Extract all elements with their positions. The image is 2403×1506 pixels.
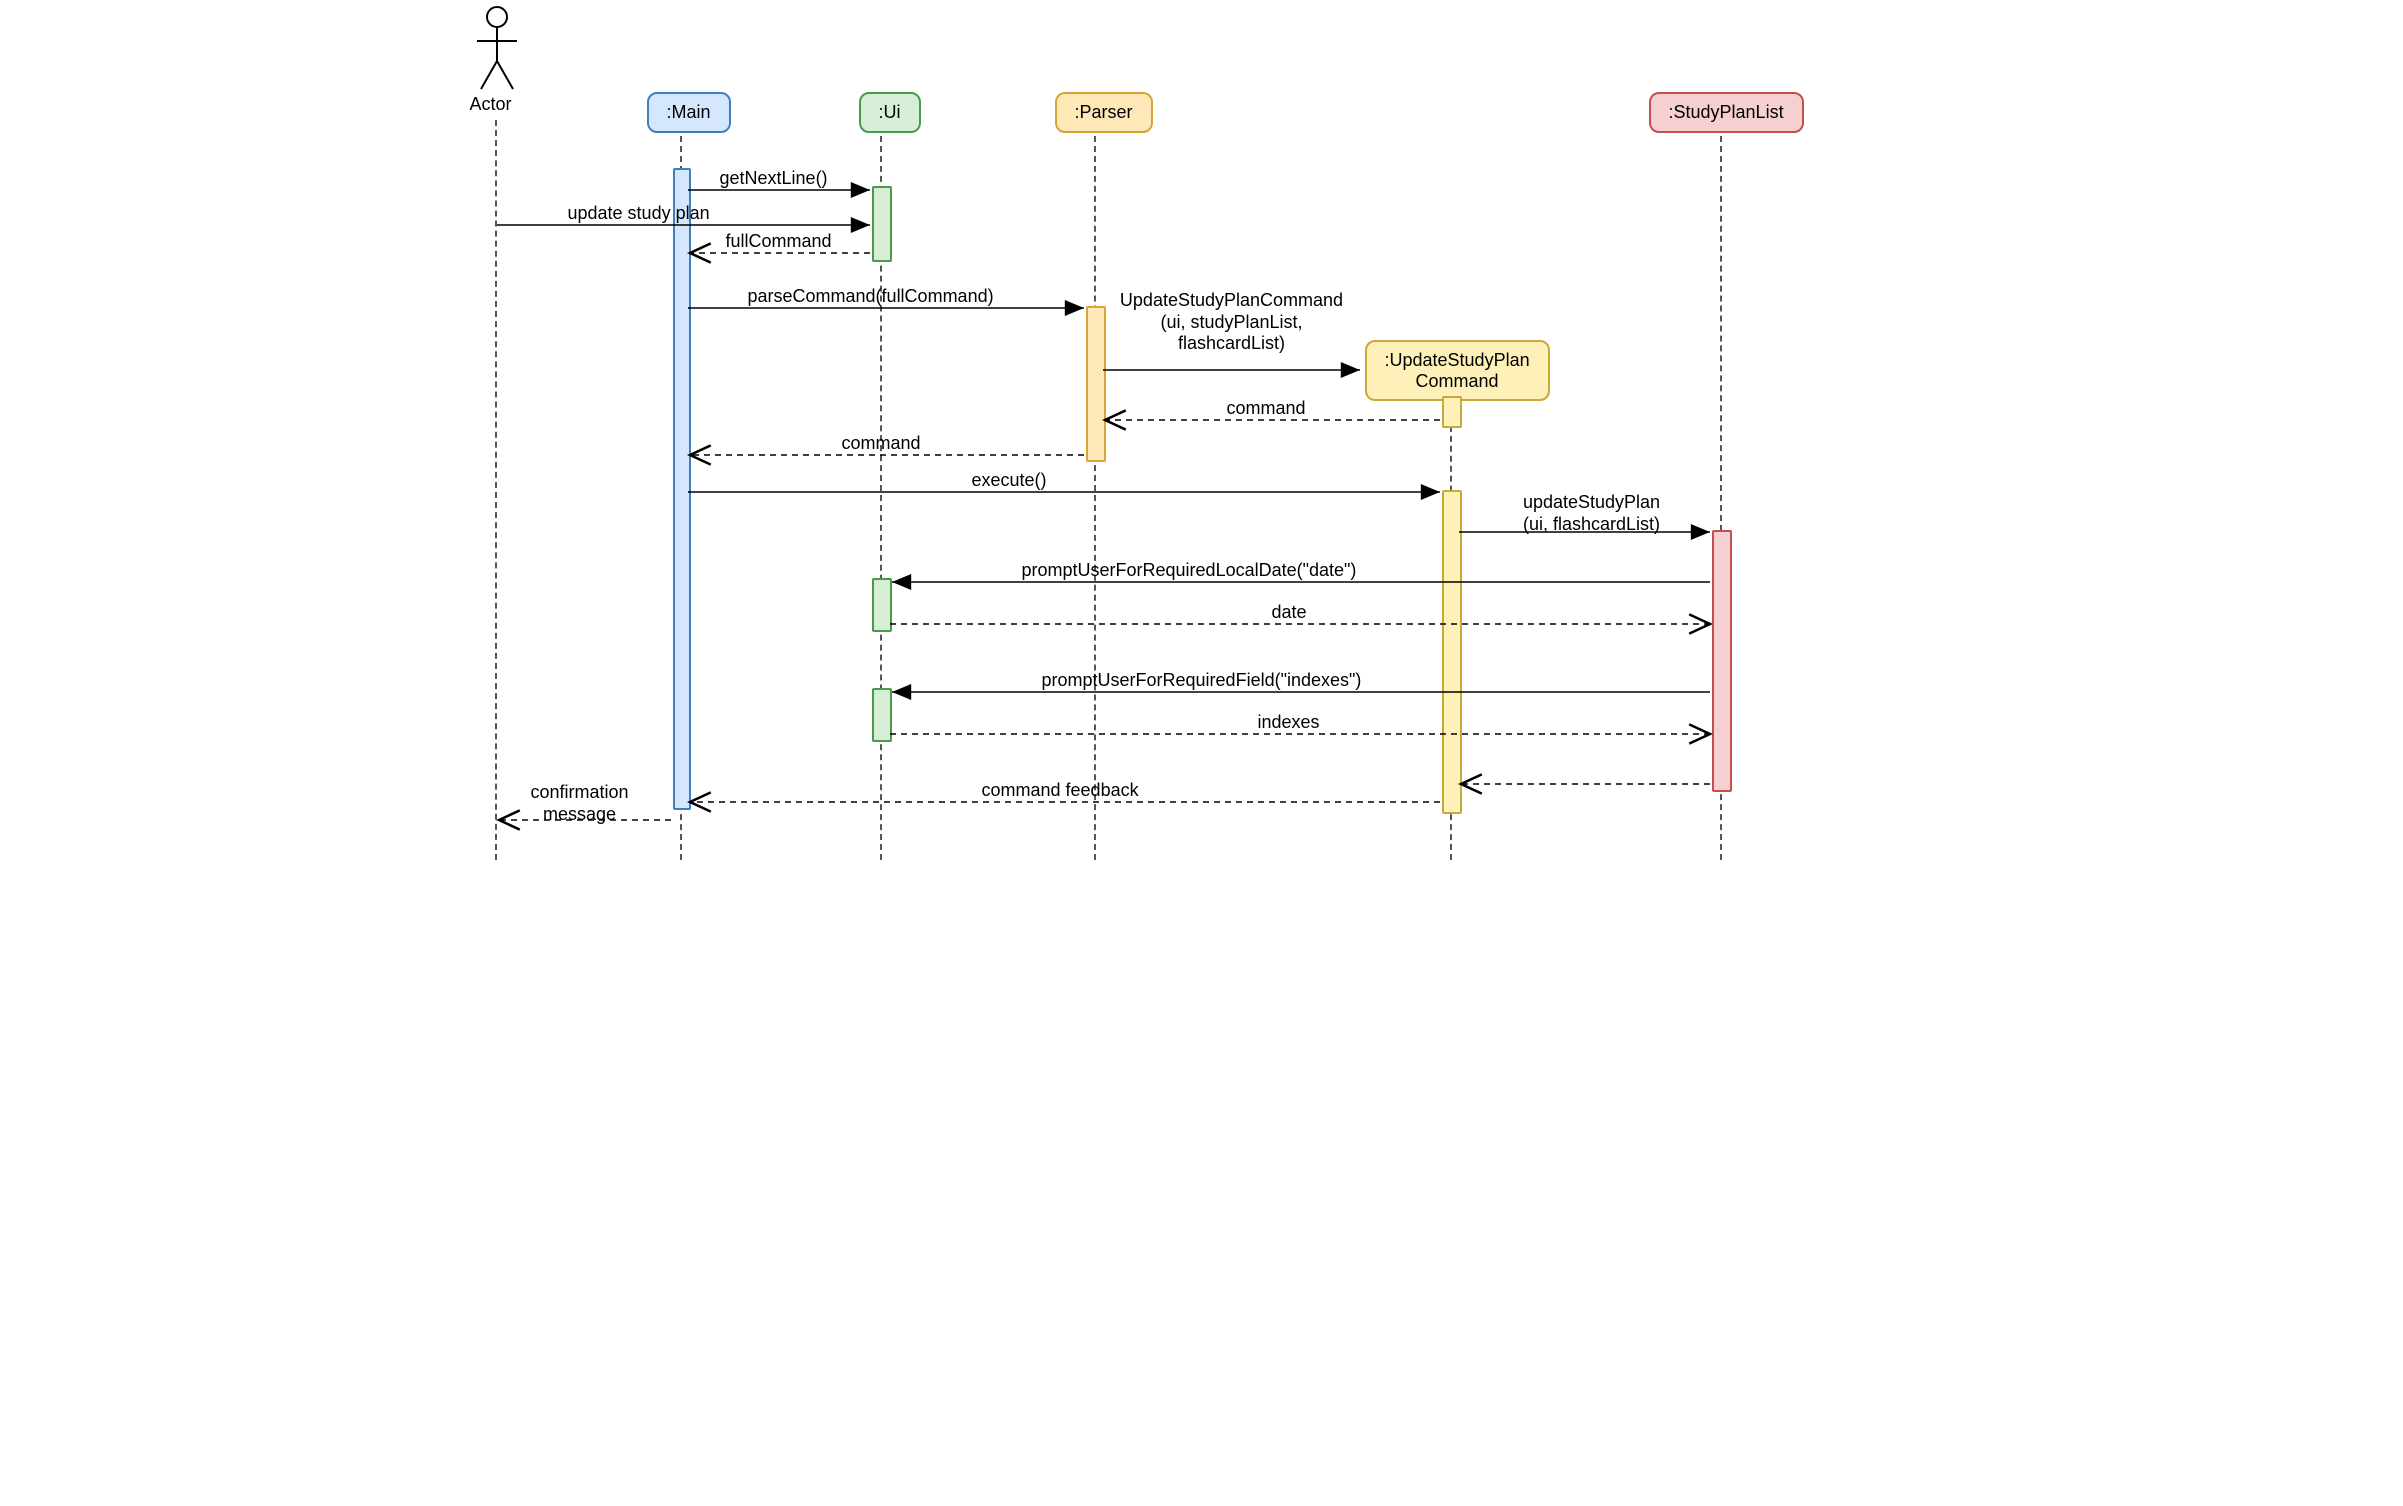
msg-promptDate: promptUserForRequiredLocalDate("date") bbox=[1022, 560, 1357, 582]
arrows bbox=[462, 0, 1942, 860]
msg-confirm: confirmation message bbox=[510, 782, 650, 825]
msg-retDate: date bbox=[1272, 602, 1307, 624]
msg-promptIndex: promptUserForRequiredField("indexes") bbox=[1042, 670, 1362, 692]
msg-getNextLine: getNextLine() bbox=[720, 168, 828, 190]
msg-retCmd1: command bbox=[1227, 398, 1306, 420]
msg-parseCommand: parseCommand(fullCommand) bbox=[748, 286, 994, 308]
msg-retCmd2: command bbox=[842, 433, 921, 455]
msg-fullCommand: fullCommand bbox=[726, 231, 832, 253]
msg-execute: execute() bbox=[972, 470, 1047, 492]
msg-updateSP: updateStudyPlan (ui, flashcardList) bbox=[1492, 492, 1692, 535]
msg-retIndexes: indexes bbox=[1258, 712, 1320, 734]
sequence-diagram: Actor :Main :Ui :Parser :UpdateStudyPlan… bbox=[462, 0, 1942, 860]
msg-newCmd: UpdateStudyPlanCommand (ui, studyPlanLis… bbox=[1112, 290, 1352, 355]
msg-cmdFeedback: command feedback bbox=[982, 780, 1139, 802]
msg-updateStudy: update study plan bbox=[568, 203, 710, 225]
